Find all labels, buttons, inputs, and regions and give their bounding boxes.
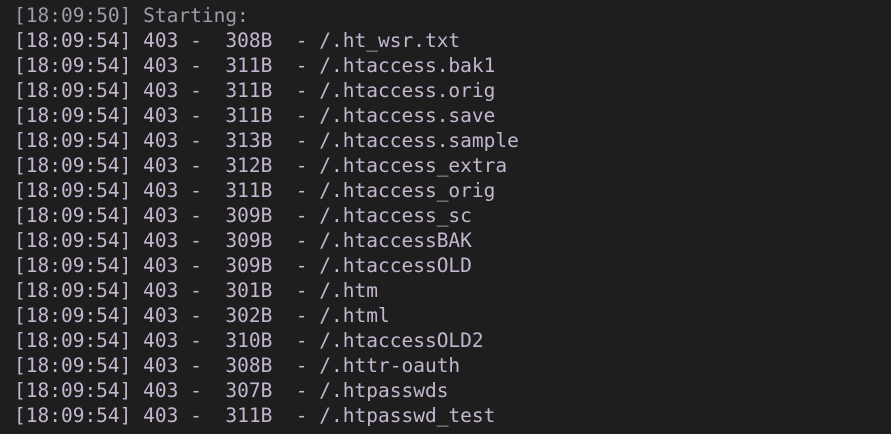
terminal-window[interactable]: [18:09:50] Starting: [18:09:54] 403 - 30…	[0, 0, 891, 434]
log-status-code: 403	[143, 129, 179, 152]
log-response-size: 302B	[213, 304, 273, 327]
log-response-size: 312B	[213, 154, 273, 177]
log-response-size: 309B	[213, 204, 273, 227]
log-path: /.html	[319, 304, 390, 327]
log-line: [18:09:54] 403 - 311B - /.htaccess.orig	[14, 79, 496, 102]
status-line: [18:09:50] Starting:	[14, 4, 261, 27]
log-timestamp: [18:09:54]	[14, 379, 132, 402]
log-path: /.htpasswds	[319, 379, 449, 402]
log-status-code: 403	[143, 304, 179, 327]
log-timestamp: [18:09:54]	[14, 129, 132, 152]
log-status-code: 403	[143, 229, 179, 252]
log-timestamp: [18:09:54]	[14, 204, 132, 227]
log-line: [18:09:54] 403 - 307B - /.htpasswds	[14, 379, 449, 402]
log-path: /.htaccessOLD	[319, 254, 472, 277]
log-response-size: 311B	[213, 54, 273, 77]
log-status-code: 403	[143, 54, 179, 77]
log-status-code: 403	[143, 79, 179, 102]
log-line: [18:09:54] 403 - 309B - /.htaccessBAK	[14, 229, 472, 252]
log-output: [18:09:54] 403 - 308B - /.ht_wsr.txt [18:…	[0, 28, 891, 428]
log-path: /.htm	[319, 279, 378, 302]
log-status-code: 403	[143, 404, 179, 427]
log-response-size: 308B	[213, 29, 273, 52]
log-response-size: 309B	[213, 254, 273, 277]
log-response-size: 311B	[213, 404, 273, 427]
log-status-code: 403	[143, 104, 179, 127]
log-status-code: 403	[143, 354, 179, 377]
log-response-size: 310B	[213, 329, 273, 352]
log-status-code: 403	[143, 279, 179, 302]
log-line: [18:09:54] 403 - 308B - /.ht_wsr.txt	[14, 29, 461, 52]
log-path: /.htpasswd_test	[319, 404, 496, 427]
log-timestamp: [18:09:54]	[14, 54, 132, 77]
log-response-size: 301B	[213, 279, 273, 302]
log-status-code: 403	[143, 154, 179, 177]
log-line: [18:09:54] 403 - 302B - /.html	[14, 304, 390, 327]
log-path: /.htaccess.sample	[319, 129, 519, 152]
log-timestamp: [18:09:54]	[14, 404, 132, 427]
log-line: [18:09:54] 403 - 309B - /.htaccessOLD	[14, 254, 472, 277]
log-line: [18:09:54] 403 - 311B - /.htaccess.save	[14, 104, 496, 127]
log-path: /.htaccess.orig	[319, 79, 496, 102]
log-timestamp: [18:09:54]	[14, 154, 132, 177]
log-line: [18:09:54] 403 - 311B - /.htaccess.bak1	[14, 54, 496, 77]
log-timestamp: [18:09:54]	[14, 279, 132, 302]
log-line: [18:09:54] 403 - 309B - /.htaccess_sc	[14, 204, 472, 227]
log-path: /.htaccessOLD2	[319, 329, 484, 352]
log-line: [18:09:54] 403 - 301B - /.htm	[14, 279, 378, 302]
log-status-code: 403	[143, 29, 179, 52]
log-timestamp: [18:09:54]	[14, 304, 132, 327]
log-path: /.httr-oauth	[319, 354, 461, 377]
log-response-size: 313B	[213, 129, 273, 152]
log-line: [18:09:54] 403 - 308B - /.httr-oauth	[14, 354, 461, 377]
log-status-code: 403	[143, 379, 179, 402]
log-status-code: 403	[143, 329, 179, 352]
log-path: /.htaccess.save	[319, 104, 496, 127]
log-timestamp: [18:09:54]	[14, 254, 132, 277]
log-timestamp: [18:09:54]	[14, 329, 132, 352]
log-response-size: 311B	[213, 79, 273, 102]
log-line: [18:09:54] 403 - 312B - /.htaccess_extra	[14, 154, 508, 177]
log-path: /.htaccess_orig	[319, 179, 496, 202]
log-path: /.ht_wsr.txt	[319, 29, 461, 52]
log-response-size: 311B	[213, 179, 273, 202]
log-path: /.htaccess_sc	[319, 204, 472, 227]
log-line: [18:09:54] 403 - 311B - /.htpasswd_test	[14, 404, 496, 427]
log-response-size: 311B	[213, 104, 273, 127]
log-timestamp: [18:09:54]	[14, 29, 132, 52]
log-path: /.htaccess_extra	[319, 154, 508, 177]
log-status-code: 403	[143, 179, 179, 202]
log-timestamp: [18:09:54]	[14, 179, 132, 202]
log-timestamp: [18:09:54]	[14, 104, 132, 127]
log-response-size: 307B	[213, 379, 273, 402]
log-status-code: 403	[143, 204, 179, 227]
log-timestamp: [18:09:54]	[14, 79, 132, 102]
log-path: /.htaccessBAK	[319, 229, 472, 252]
log-response-size: 309B	[213, 229, 273, 252]
log-path: /.htaccess.bak1	[319, 54, 496, 77]
log-status-code: 403	[143, 254, 179, 277]
log-line: [18:09:54] 403 - 310B - /.htaccessOLD2	[14, 329, 484, 352]
log-timestamp: [18:09:54]	[14, 354, 132, 377]
log-timestamp: [18:09:54]	[14, 229, 132, 252]
log-response-size: 308B	[213, 354, 273, 377]
log-line: [18:09:54] 403 - 313B - /.htaccess.sampl…	[14, 129, 519, 152]
log-line: [18:09:54] 403 - 311B - /.htaccess_orig	[14, 179, 496, 202]
